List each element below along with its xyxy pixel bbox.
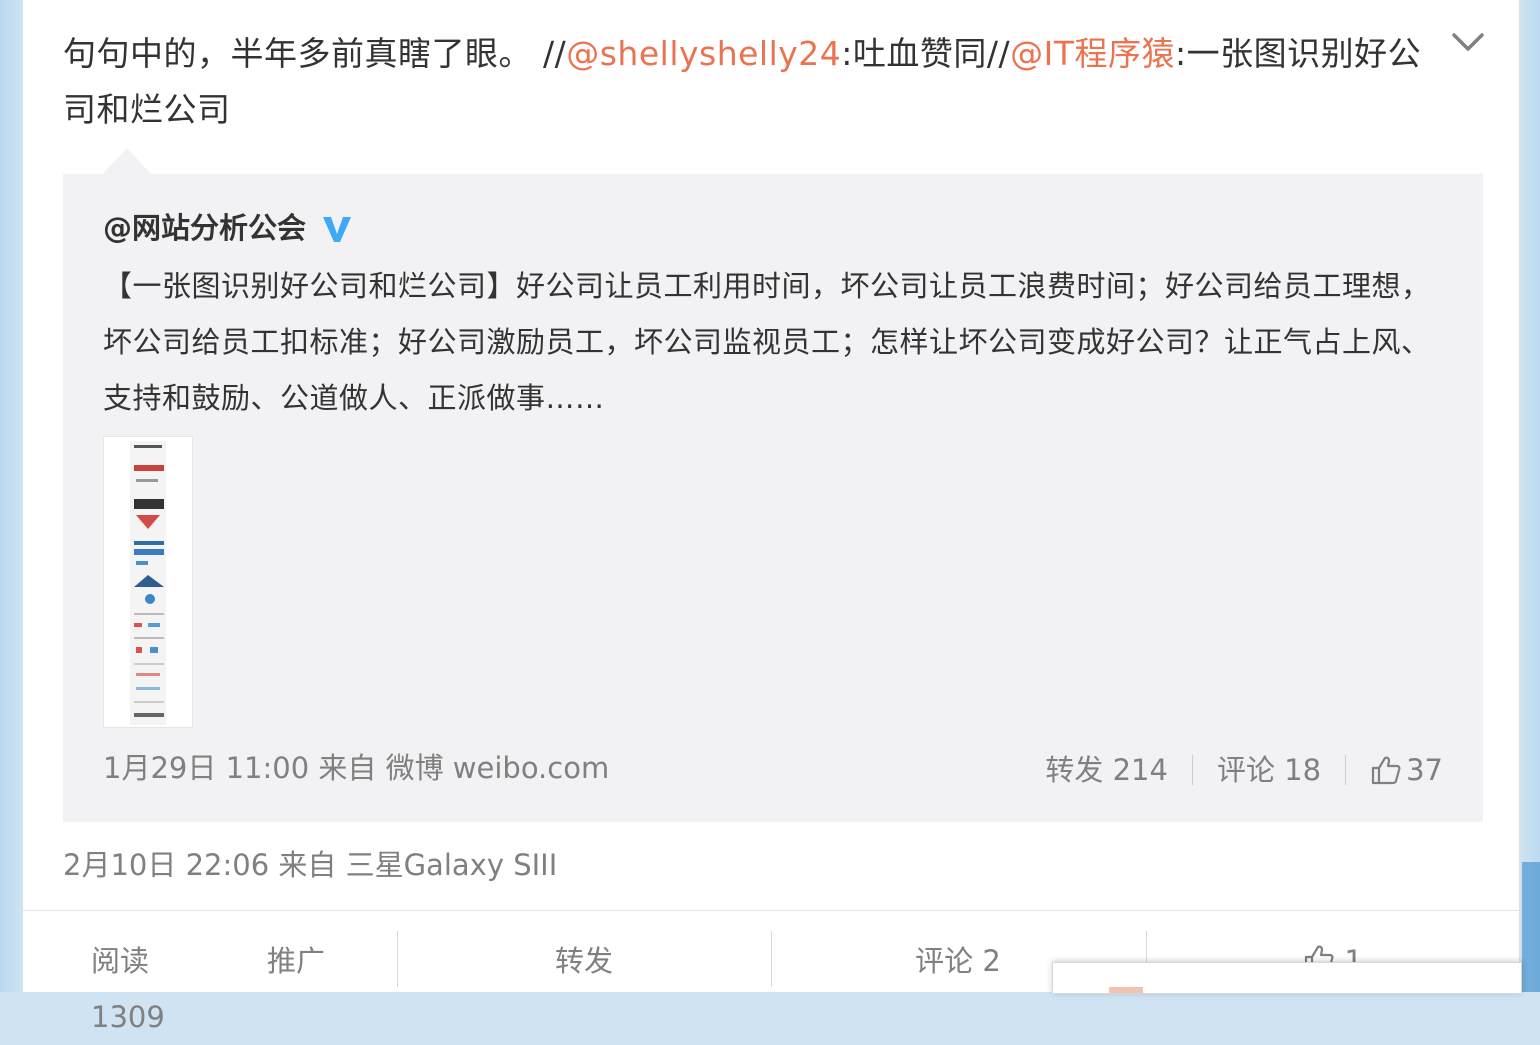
promote-button[interactable]: 推广 (267, 933, 347, 989)
infographic-thumbnail-image (130, 441, 166, 725)
quoted-text: 【一张图识别好公司和烂公司】好公司让员工利用时间，坏公司让员工浪费时间；好公司给… (103, 269, 1431, 415)
page-scrollbar[interactable] (1522, 862, 1540, 992)
post-timestamp-source[interactable]: 2月10日 22:06 来自 三星Galaxy SIII (63, 843, 557, 887)
post-text: 句句中的，半年多前真瞎了眼。 //@shellyshelly24:吐血赞同//@… (63, 26, 1453, 138)
quoted-image-thumbnail[interactable] (103, 436, 193, 728)
quoted-actions: 转发 214 评论 18 37 (1045, 748, 1443, 792)
mention-link-shellyshelly24[interactable]: @shellyshelly24 (566, 34, 841, 73)
read-count: 阅读 1309 (91, 944, 165, 1034)
quoted-post: @网站分析公会 【一张图识别好公司和烂公司】好公司让员工利用时间，坏公司让员工浪… (63, 174, 1483, 822)
chevron-down-icon[interactable] (1451, 30, 1485, 54)
quoted-comment-button[interactable]: 评论 18 (1217, 748, 1321, 792)
quoted-repost-button[interactable]: 转发 214 (1045, 748, 1168, 792)
popup-panel[interactable] (1052, 962, 1522, 994)
repost-button[interactable]: 转发 (397, 933, 771, 989)
weibo-post-card: 句句中的，半年多前真瞎了眼。 //@shellyshelly24:吐血赞同//@… (22, 0, 1520, 1034)
verified-v-icon[interactable] (321, 214, 353, 244)
quoted-like-button[interactable]: 37 (1370, 748, 1443, 792)
divider (1191, 755, 1193, 785)
post-text-prefix: 句句中的，半年多前真瞎了眼。 // (63, 34, 567, 73)
post-text-mid: :吐血赞同// (841, 34, 1011, 73)
mention-link-it-programmer[interactable]: @IT程序猿 (1010, 34, 1175, 73)
quoted-timestamp-source[interactable]: 1月29日 11:00 来自 微博 weibo.com (103, 746, 609, 790)
quote-pointer (103, 148, 151, 174)
quoted-author-link[interactable]: @网站分析公会 (103, 206, 306, 250)
quoted-like-count: 37 (1406, 753, 1443, 787)
divider (1345, 755, 1347, 785)
thumbs-up-icon (1371, 756, 1401, 785)
popup-accent (1109, 987, 1143, 993)
